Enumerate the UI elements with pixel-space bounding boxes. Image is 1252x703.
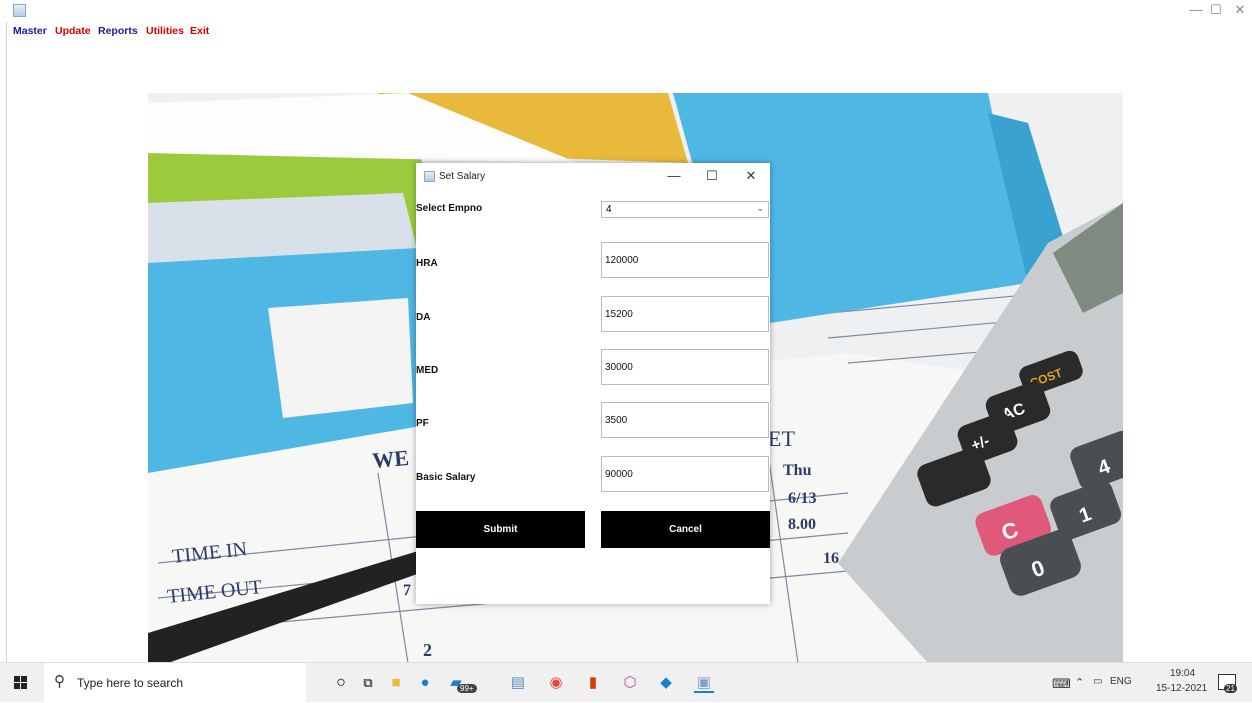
dialog-maximize-button[interactable]: ☐ bbox=[702, 168, 722, 184]
menubar: Master Update Reports Utilities Exit bbox=[0, 22, 1252, 42]
taskbar: ⚲ Type here to search ○ ⧉ ■ ● ▰ 99+ ▤ ◉ … bbox=[0, 662, 1252, 703]
battery-icon[interactable]: ▭ bbox=[1093, 676, 1102, 687]
sheet-text-thu: Thu bbox=[783, 462, 812, 479]
java-icon[interactable]: ▣ bbox=[694, 673, 714, 693]
cancel-button[interactable]: Cancel bbox=[601, 511, 770, 548]
window-left-border bbox=[6, 22, 7, 662]
app-titlebar: — ☐ ✕ bbox=[0, 0, 1252, 22]
menu-utilities[interactable]: Utilities bbox=[146, 25, 184, 37]
sheet-text-date: 6/13 bbox=[788, 490, 816, 507]
chevron-down-icon: ⌄ bbox=[756, 203, 764, 213]
notepad-icon[interactable]: ▤ bbox=[508, 673, 528, 693]
chrome-icon[interactable]: ◉ bbox=[546, 673, 566, 693]
pf-label: PF bbox=[416, 418, 429, 429]
hra-field[interactable]: 120000 bbox=[601, 242, 769, 278]
search-icon: ⚲ bbox=[54, 673, 65, 690]
dialog-close-button[interactable]: ✕ bbox=[741, 168, 761, 184]
close-button[interactable]: ✕ bbox=[1230, 2, 1250, 18]
notification-count: 21 bbox=[1224, 684, 1237, 693]
app-icon[interactable]: ⬡ bbox=[620, 673, 640, 693]
sheet-text-16: 16 bbox=[823, 550, 839, 567]
keyboard-icon[interactable]: ⌨ bbox=[1052, 676, 1071, 692]
windows-start-icon[interactable] bbox=[14, 676, 28, 690]
edge-icon[interactable]: ● bbox=[415, 673, 435, 693]
clock-time[interactable]: 19:04 bbox=[1170, 668, 1195, 679]
basic-salary-label: Basic Salary bbox=[416, 472, 476, 483]
language-indicator[interactable]: ENG bbox=[1110, 676, 1132, 687]
hra-label: HRA bbox=[416, 258, 438, 269]
search-placeholder: Type here to search bbox=[77, 676, 184, 690]
java-dialog-icon bbox=[424, 171, 435, 182]
task-view-icon[interactable]: ⧉ bbox=[358, 673, 378, 693]
maximize-button[interactable]: ☐ bbox=[1206, 2, 1226, 18]
cortana-icon[interactable]: ○ bbox=[331, 673, 351, 693]
menu-reports[interactable]: Reports bbox=[98, 25, 138, 37]
dialog-titlebar: Set Salary — ☐ ✕ bbox=[416, 163, 770, 191]
app-icon-blue[interactable]: ◆ bbox=[656, 673, 676, 693]
chevron-up-icon[interactable]: ⌃ bbox=[1075, 676, 1084, 689]
sheet-text-7: 7 bbox=[403, 582, 411, 599]
da-label: DA bbox=[416, 312, 431, 323]
med-label: MED bbox=[416, 365, 439, 376]
sheet-text-2: 2 bbox=[423, 640, 432, 660]
empno-select-value: 4 bbox=[606, 204, 612, 215]
empno-select[interactable]: 4 ⌄ bbox=[601, 201, 769, 218]
basic-salary-field[interactable]: 90000 bbox=[601, 456, 769, 492]
menu-master[interactable]: Master bbox=[13, 25, 47, 37]
set-salary-dialog: Set Salary — ☐ ✕ Select Empno 4 ⌄ HRA 12… bbox=[416, 163, 770, 604]
file-explorer-icon[interactable]: ■ bbox=[386, 673, 406, 693]
dialog-minimize-button[interactable]: — bbox=[664, 168, 684, 183]
select-empno-label: Select Empno bbox=[416, 203, 483, 214]
menu-update[interactable]: Update bbox=[55, 25, 91, 37]
pf-field[interactable]: 3500 bbox=[601, 402, 769, 438]
sheet-text-we: WE bbox=[371, 445, 410, 473]
submit-button[interactable]: Submit bbox=[416, 511, 585, 548]
office-icon[interactable]: ▮ bbox=[583, 673, 603, 693]
java-app-icon bbox=[13, 4, 26, 17]
taskbar-search-box[interactable]: ⚲ Type here to search bbox=[44, 663, 306, 703]
sheet-text-et: ET bbox=[768, 426, 795, 451]
sheet-text-hours: 8.00 bbox=[788, 516, 816, 533]
da-field[interactable]: 15200 bbox=[601, 296, 769, 332]
minimize-button[interactable]: — bbox=[1186, 2, 1206, 17]
menu-exit[interactable]: Exit bbox=[190, 25, 209, 37]
med-field[interactable]: 30000 bbox=[601, 349, 769, 385]
notification-badge: 99+ bbox=[457, 684, 477, 693]
dialog-title: Set Salary bbox=[439, 171, 486, 182]
clock-date[interactable]: 15-12-2021 bbox=[1156, 683, 1207, 694]
